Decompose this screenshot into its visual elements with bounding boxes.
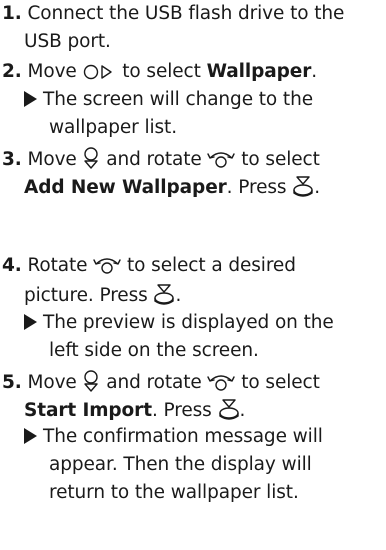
step-5-result-line-1: The confirmation message will — [24, 426, 323, 448]
rotate-icon — [207, 149, 236, 169]
step-5-line-2: Start Import. Press . — [24, 398, 245, 422]
step-1-line-1: 1. Connect the USB flash drive to the — [2, 3, 344, 25]
result-text: left side on the screen. — [49, 340, 259, 361]
rotate-icon — [93, 255, 121, 275]
result-text: The confirmation message will — [43, 426, 323, 447]
move-down-icon — [82, 147, 100, 169]
step-2-result-line-1: The screen will change to the — [24, 89, 313, 111]
step-number: 4. — [2, 255, 22, 276]
step-text: and rotate — [106, 372, 202, 393]
step-number: 5. — [2, 372, 22, 393]
step-text: Move — [27, 149, 77, 170]
step-4-line-2: picture. Press . — [24, 283, 181, 307]
step-text: Rotate — [27, 255, 88, 276]
press-icon — [218, 398, 240, 420]
step-text: Connect the USB flash drive to the — [27, 3, 345, 24]
step-text: to select — [122, 61, 201, 82]
step-1-line-2: USB port. — [24, 31, 111, 53]
step-text: to select — [241, 149, 320, 170]
step-text: . — [314, 177, 320, 198]
step-text: . Press — [151, 400, 212, 421]
step-text: . Press — [226, 177, 287, 198]
result-text: appear. Then the display will — [49, 454, 312, 475]
step-target: Wallpaper — [206, 61, 312, 82]
step-number: 2. — [2, 61, 22, 82]
step-text: to select — [241, 372, 320, 393]
step-5-line-1: 5. Move and rotate to select — [2, 370, 320, 394]
step-3-line-2: Add New Wallpaper. Press . — [24, 175, 320, 199]
press-icon — [292, 175, 314, 197]
result-text: wallpaper list. — [49, 117, 177, 138]
step-text: and rotate — [106, 149, 202, 170]
step-5-result-line-2: appear. Then the display will — [49, 454, 312, 476]
result-text: The preview is displayed on the — [43, 312, 334, 333]
result-arrow-icon — [24, 91, 37, 107]
step-text: Move — [27, 372, 77, 393]
result-arrow-icon — [24, 314, 37, 330]
step-number: 1. — [2, 3, 22, 24]
move-right-icon — [82, 63, 116, 81]
step-text: . — [311, 61, 318, 82]
step-text: picture. Press — [24, 285, 148, 306]
step-text: Move — [27, 61, 77, 82]
step-4-line-1: 4. Rotate to select a desired — [2, 255, 296, 277]
result-text: return to the wallpaper list. — [49, 482, 299, 503]
step-target: Start Import — [24, 400, 152, 421]
rotate-icon — [207, 372, 236, 392]
step-text: USB port. — [24, 31, 111, 52]
step-text: . — [239, 400, 246, 421]
instruction-page: 1. Connect the USB flash drive to the US… — [0, 0, 386, 550]
step-text: to select a desired — [127, 255, 296, 276]
result-arrow-icon — [24, 428, 37, 444]
step-4-result-line-1: The preview is displayed on the — [24, 312, 334, 334]
move-down-icon — [82, 370, 100, 392]
step-target: Add New Wallpaper — [24, 177, 227, 198]
step-2-line-1: 2. Move to select Wallpaper. — [2, 61, 317, 83]
result-text: The screen will change to the — [43, 89, 313, 110]
step-text: . — [175, 285, 182, 306]
step-3-line-1: 3. Move and rotate to select — [2, 147, 320, 171]
press-icon — [153, 283, 175, 305]
step-number: 3. — [2, 149, 22, 170]
step-5-result-line-3: return to the wallpaper list. — [49, 482, 299, 504]
step-4-result-line-2: left side on the screen. — [49, 340, 259, 362]
step-2-result-line-2: wallpaper list. — [49, 117, 177, 139]
